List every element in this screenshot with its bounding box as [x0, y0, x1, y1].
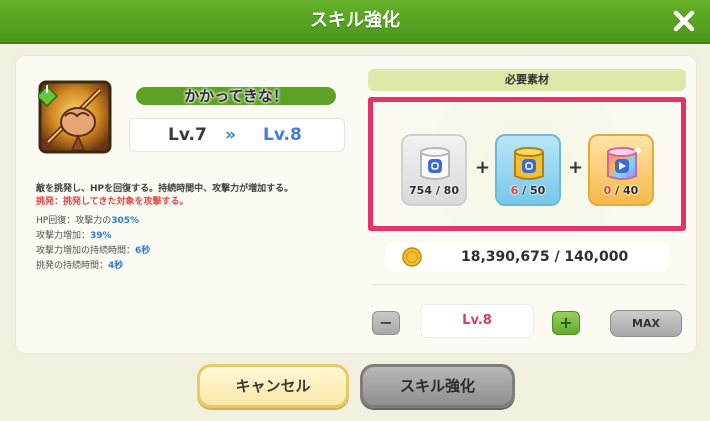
- gold-jelly-icon: [514, 147, 544, 180]
- stat-value: 305%: [111, 216, 140, 226]
- stat-label: 挑発の持続時間：: [36, 261, 109, 271]
- plus-sign: +: [475, 157, 491, 178]
- materials-highlight-frame: 754 / 80 + 6 / 50 + 0 / 40: [368, 97, 686, 231]
- max-level-button[interactable]: MAX: [610, 310, 682, 337]
- header-bar: スキル強化: [0, 0, 710, 44]
- material-have: 754: [409, 184, 432, 197]
- skill-enhance-button[interactable]: スキル強化: [360, 364, 515, 408]
- stat-value: 4秒: [108, 261, 124, 271]
- stat-line: HP回復：攻撃力の305%: [36, 213, 139, 226]
- material-slot-rainbow[interactable]: 0 / 40: [588, 134, 654, 206]
- material-separator: /: [611, 184, 624, 197]
- material-separator: /: [518, 184, 531, 197]
- stat-label: 攻撃力増加の持続時間：: [36, 246, 136, 256]
- skill-fist-icon: [38, 80, 112, 154]
- increase-level-button[interactable]: +: [552, 311, 580, 335]
- stat-label: HP回復：攻撃力の: [36, 216, 112, 226]
- stat-value: 6秒: [135, 246, 151, 256]
- current-level: Lv.7: [168, 125, 207, 145]
- material-need: 40: [623, 184, 639, 197]
- material-count: 6 / 50: [497, 184, 559, 197]
- material-need: 50: [530, 184, 546, 197]
- materials-header: 必要素材: [368, 69, 686, 91]
- materials-title: 必要素材: [505, 73, 549, 86]
- cancel-button[interactable]: キャンセル: [197, 364, 349, 408]
- coin-amount: 18,390,675 / 140,000: [461, 249, 629, 265]
- material-slot-white[interactable]: 754 / 80: [401, 134, 467, 206]
- material-separator: /: [431, 184, 444, 197]
- decrease-level-button[interactable]: −: [372, 311, 400, 335]
- skill-name: かかってきな！: [184, 87, 288, 105]
- divider: [371, 284, 686, 285]
- skill-description: 敵を挑発し、HPを回復する。持続時間中、攻撃力が増加する。: [36, 184, 294, 194]
- skill-panel: かかってきな！ Lv.7 » Lv.8 敵を挑発し、HPを回復する。持続時間中、…: [15, 55, 697, 354]
- window-title: スキル強化: [310, 10, 400, 31]
- next-level: Lv.8: [263, 125, 302, 145]
- skill-description-note: 挑発：挑発してきた対象を攻撃する。: [36, 197, 189, 207]
- coin-icon: [402, 247, 422, 267]
- stat-line: 攻撃力増加：39%: [36, 228, 112, 241]
- level-display: Lv.7 » Lv.8: [129, 118, 345, 152]
- stat-line: 挑発の持続時間：4秒: [36, 258, 123, 271]
- plus-sign: +: [568, 157, 584, 178]
- material-count: 754 / 80: [403, 184, 465, 197]
- white-jelly-icon: [420, 147, 450, 180]
- material-count: 0 / 40: [590, 184, 652, 197]
- stat-label: 攻撃力増加：: [36, 231, 91, 241]
- double-chevron-right-icon: »: [225, 125, 236, 145]
- stat-value: 39%: [90, 231, 112, 241]
- stat-line: 攻撃力増加の持続時間：6秒: [36, 243, 150, 256]
- coin-cost-row: 18,390,675 / 140,000: [386, 243, 669, 271]
- material-slot-gold[interactable]: 6 / 50: [495, 134, 561, 206]
- rainbow-jelly-icon: [607, 146, 643, 180]
- close-icon[interactable]: [670, 7, 698, 35]
- material-need: 80: [443, 184, 459, 197]
- target-level-field[interactable]: Lv.8: [420, 304, 534, 338]
